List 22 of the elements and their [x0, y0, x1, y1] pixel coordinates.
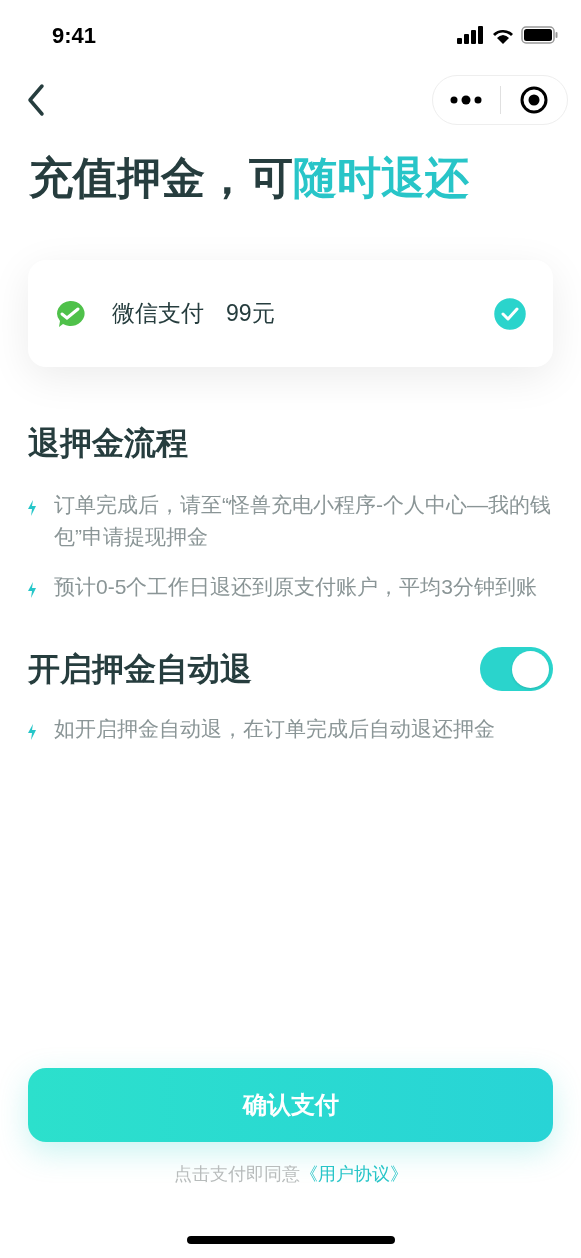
status-time: 9:41: [52, 21, 97, 50]
payment-method: 微信支付: [112, 299, 204, 329]
agreement-link[interactable]: 《用户协议》: [299, 1164, 408, 1184]
agreement-text: 点击支付即同意: [173, 1164, 300, 1184]
payment-card[interactable]: 微信支付 99元: [28, 260, 553, 367]
section-heading: 开启押金自动退: [28, 650, 252, 689]
toggle-switch[interactable]: [480, 647, 553, 691]
confirm-button[interactable]: 确认支付: [28, 1068, 553, 1142]
lightning-icon: [28, 500, 36, 516]
lightning-icon: [28, 724, 36, 740]
signal-icon: [457, 26, 485, 44]
check-icon[interactable]: [494, 297, 526, 330]
note-text: 订单完成后，请至“怪兽充电小程序-个人中心—我的钱包”申请提现押金: [54, 492, 552, 550]
payment-amount: 99元: [226, 299, 275, 329]
note-text: 预计0-5个工作日退还到原支付账户，平均3分钟到账: [54, 574, 538, 600]
section-heading: 退押金流程: [28, 424, 189, 463]
battery-icon: [521, 26, 559, 44]
chat-check-icon: [55, 299, 85, 328]
lightning-icon: [28, 582, 36, 598]
note-text: 如开启押金自动退，在订单完成后自动退还押金: [54, 716, 495, 742]
page-title: 充值押金，可: [29, 152, 293, 204]
page-title-highlight: 随时退还: [293, 152, 469, 204]
